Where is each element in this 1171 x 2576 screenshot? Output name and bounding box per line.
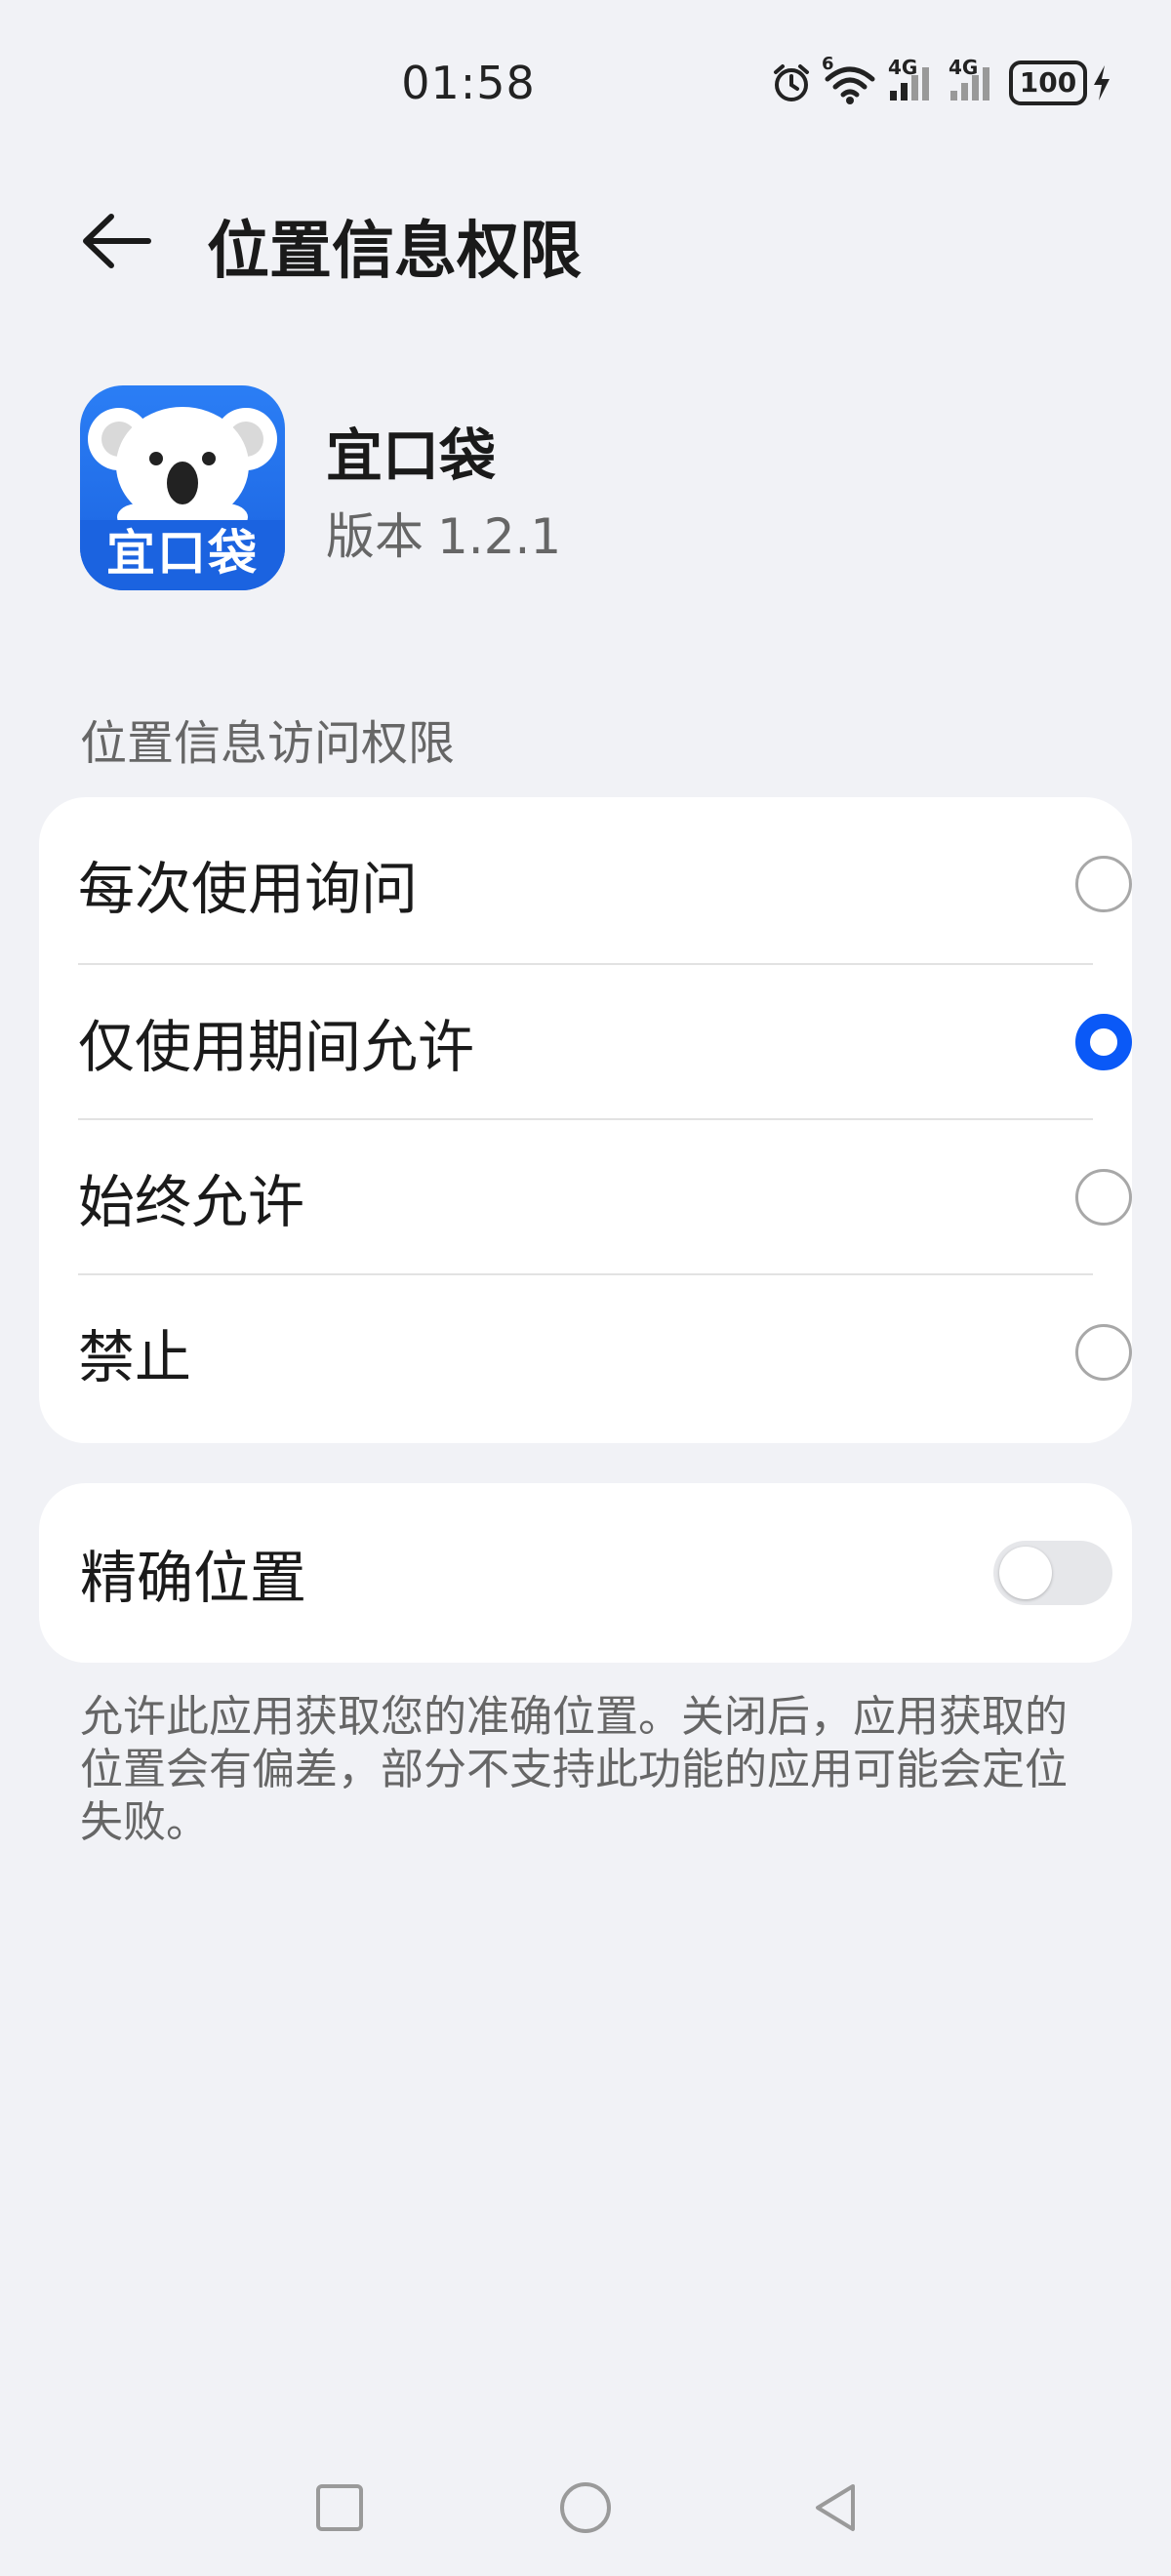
header: 位置信息权限: [0, 185, 1171, 293]
triangle-back-icon: [816, 2484, 855, 2531]
toggle-knob: [999, 1547, 1052, 1599]
wifi-icon: 6: [822, 54, 876, 104]
square-icon: [316, 2484, 363, 2531]
alarm-icon: [771, 62, 812, 103]
option-ask-every-time[interactable]: 每次使用询问: [78, 807, 1132, 961]
navigation-bar: [0, 2459, 1171, 2556]
app-name: 宜口袋: [326, 423, 497, 489]
app-version: 版本 1.2.1: [326, 498, 561, 568]
option-label: 禁止: [78, 1324, 192, 1390]
app-icon-text: 宜口袋: [106, 525, 259, 582]
option-allow-while-using[interactable]: 仅使用期间允许: [78, 965, 1132, 1119]
option-label: 始终允许: [78, 1169, 305, 1235]
circle-icon: [560, 2482, 611, 2533]
back-button[interactable]: [78, 207, 156, 275]
nav-back-button[interactable]: [806, 2478, 865, 2537]
battery-indicator: 100: [1009, 60, 1112, 105]
radio-button[interactable]: [1075, 856, 1132, 912]
version-number: 1.2.1: [437, 508, 562, 565]
network-type-2: 4G: [949, 56, 979, 79]
section-label: 位置信息访问权限: [80, 716, 456, 771]
version-label: 版本: [326, 508, 424, 565]
battery-level: 100: [1009, 60, 1087, 105]
page-title: 位置信息权限: [207, 216, 582, 288]
home-button[interactable]: [556, 2478, 615, 2537]
option-label: 仅使用期间允许: [78, 1014, 475, 1080]
radio-button[interactable]: [1075, 1169, 1132, 1226]
status-bar: 01:58 6 4G 4G 100: [0, 0, 1171, 176]
radio-button[interactable]: [1075, 1324, 1132, 1381]
radio-button-selected[interactable]: [1075, 1014, 1132, 1070]
permission-options-card: 每次使用询问 仅使用期间允许 始终允许 禁止: [39, 797, 1132, 1443]
charging-icon: [1094, 65, 1110, 101]
option-deny[interactable]: 禁止: [78, 1275, 1132, 1429]
precise-location-description: 允许此应用获取您的准确位置。关闭后，应用获取的位置会有偏差，部分不支持此功能的应…: [80, 1692, 1068, 1847]
precise-location-toggle[interactable]: [993, 1541, 1112, 1605]
app-icon: 宜口袋: [80, 385, 285, 590]
signal-icon: 4G: [888, 56, 937, 102]
precise-location-card: 精确位置: [39, 1483, 1132, 1663]
option-always-allow[interactable]: 始终允许: [78, 1120, 1132, 1274]
back-arrow-icon: [83, 214, 151, 268]
recent-apps-button[interactable]: [310, 2478, 369, 2537]
option-label: 每次使用询问: [78, 856, 419, 922]
wifi-badge: 6: [822, 54, 834, 74]
precise-location-label: 精确位置: [80, 1545, 307, 1611]
signal-icon: 4G: [949, 56, 997, 102]
network-type-1: 4G: [888, 56, 918, 79]
status-icons: 6 4G 4G 100: [771, 54, 1112, 105]
